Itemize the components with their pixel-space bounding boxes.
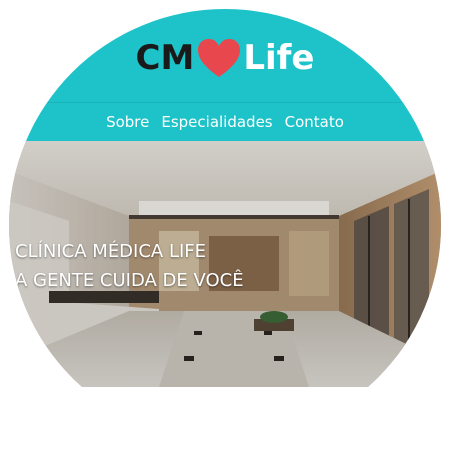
brand-logo[interactable]: CM Life [9, 35, 441, 81]
hero-title-line-1: CLÍNICA MÉDICA LIFE [15, 241, 207, 262]
circular-page-viewport: CM Life Sobre Especialidades Contato CLÍ… [9, 9, 441, 441]
nav-item-especialidades[interactable]: Especialidades [161, 113, 272, 131]
hero-heading: CLÍNICA MÉDICA LIFE A GENTE CUIDA DE VOC… [15, 237, 244, 295]
hero-banner: CLÍNICA MÉDICA LIFE A GENTE CUIDA DE VOC… [9, 141, 441, 387]
nav-item-sobre[interactable]: Sobre [106, 113, 149, 131]
main-navigation: Sobre Especialidades Contato [9, 113, 441, 131]
nav-item-contato[interactable]: Contato [285, 113, 344, 131]
logo-text-life: Life [243, 38, 315, 78]
header-divider [9, 102, 441, 103]
heart-icon [198, 39, 241, 77]
hero-title-line-2: A GENTE CUIDA DE VOCÊ [15, 270, 244, 291]
logo-text-cm: CM [135, 38, 195, 78]
site-header: CM Life Sobre Especialidades Contato [9, 9, 441, 141]
